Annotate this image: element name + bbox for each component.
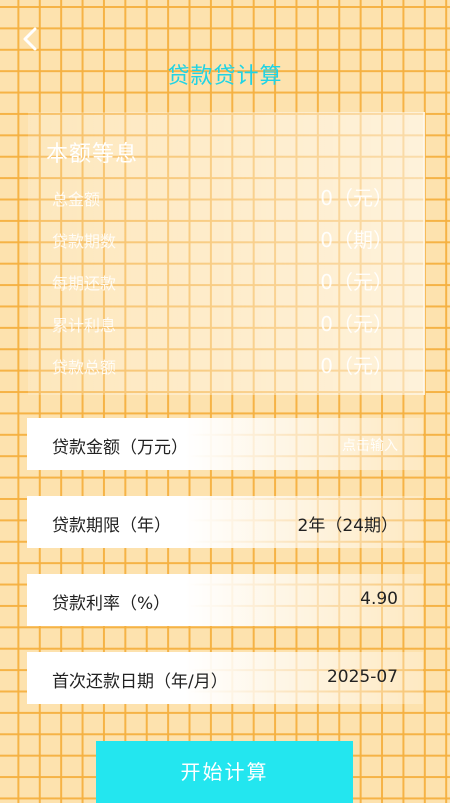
- loan-term-field[interactable]: 贷款期限（年） 2年（24期）: [27, 496, 423, 548]
- summary-label: 每期还款: [52, 274, 117, 293]
- summary-row-installment: 每期还款 0（元）: [52, 268, 393, 294]
- summary-label: 累计利息: [52, 316, 117, 335]
- summary-label: 总金额: [52, 190, 101, 209]
- loan-term-label: 贷款期限（年）: [52, 516, 171, 536]
- loan-rate-label: 贷款利率（%）: [52, 594, 171, 614]
- summary-row-loan-total: 贷款总额 0（元）: [52, 352, 393, 378]
- summary-row-total: 总金额 0（元）: [52, 184, 393, 210]
- summary-value: 0（元）: [320, 270, 393, 294]
- page-title: 贷款贷计算: [167, 64, 283, 89]
- first-repayment-date-value[interactable]: 2025-07: [327, 667, 398, 687]
- loan-amount-input[interactable]: 点击输入: [342, 435, 398, 455]
- summary-panel: 本额等息 总金额 0（元） 贷款期数 0（期） 每期还款 0（元） 累计利息 0…: [28, 112, 425, 395]
- summary-label: 贷款总额: [52, 358, 117, 377]
- summary-row-periods: 贷款期数 0（期）: [52, 226, 393, 252]
- loan-amount-field[interactable]: 贷款金额（万元） 点击输入: [27, 418, 423, 470]
- loan-term-value[interactable]: 2年（24期）: [298, 511, 398, 536]
- chevron-left-icon: [23, 27, 37, 51]
- summary-title: 本额等息: [46, 142, 139, 167]
- summary-value: 0（元）: [320, 312, 393, 336]
- loan-rate-value[interactable]: 4.90: [360, 589, 398, 609]
- summary-value: 0（元）: [320, 186, 393, 210]
- first-repayment-date-label: 首次还款日期（年/月）: [52, 672, 228, 692]
- loan-rate-field[interactable]: 贷款利率（%） 4.90: [27, 574, 423, 626]
- summary-row-interest: 累计利息 0（元）: [52, 310, 393, 336]
- loan-amount-label: 贷款金额（万元）: [52, 438, 188, 458]
- summary-value: 0（期）: [320, 228, 393, 252]
- summary-label: 贷款期数: [52, 232, 117, 251]
- start-calculation-button[interactable]: 开始计算: [96, 741, 353, 803]
- summary-value: 0（元）: [320, 354, 393, 378]
- back-button[interactable]: [18, 24, 48, 54]
- first-repayment-date-field[interactable]: 首次还款日期（年/月） 2025-07: [27, 652, 423, 704]
